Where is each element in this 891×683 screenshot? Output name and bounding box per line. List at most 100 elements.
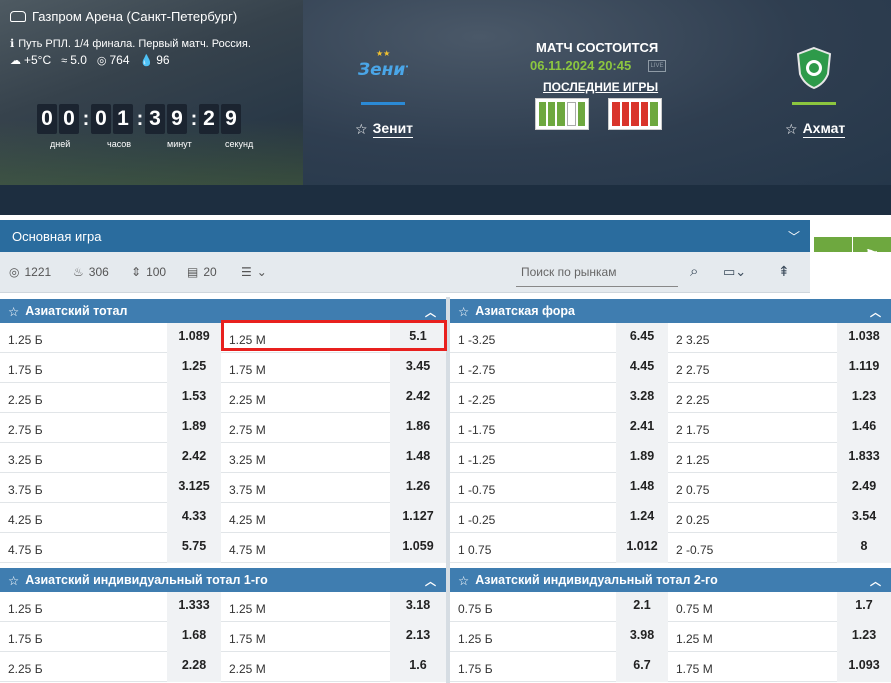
- home-team[interactable]: ☆ Зенит: [355, 120, 414, 138]
- outcome-right[interactable]: 4.75 М 1.059: [221, 533, 446, 563]
- outcome-right[interactable]: 3.25 М 1.48: [221, 443, 446, 473]
- odds-value[interactable]: 1.6: [390, 652, 446, 682]
- odds-value[interactable]: 2.1: [616, 592, 668, 622]
- block-header[interactable]: ☆ Азиатский индивидуальный тотал 2-го ︿: [450, 568, 891, 592]
- star-icon[interactable]: ☆: [785, 121, 798, 138]
- odds-value[interactable]: 3.98: [616, 622, 668, 652]
- outcome-right[interactable]: 2 1.75 1.46: [668, 413, 891, 443]
- away-team-name[interactable]: Ахмат: [802, 120, 846, 138]
- odds-value[interactable]: 1.119: [837, 353, 891, 383]
- outcome-left[interactable]: 1.75 Б 6.7: [450, 652, 668, 682]
- outcome-right[interactable]: 2 0.25 3.54: [668, 503, 891, 533]
- outcome-right[interactable]: 2 -0.75 8: [668, 533, 891, 563]
- odds-value[interactable]: 1.23: [837, 383, 891, 413]
- collapse-all-icon[interactable]: ⇞: [778, 263, 790, 280]
- outcome-left[interactable]: 1 -2.25 3.28: [450, 383, 668, 413]
- odds-value[interactable]: 3.54: [837, 503, 891, 533]
- outcome-right[interactable]: 1.25 М 3.18: [221, 592, 446, 622]
- odds-value[interactable]: 6.7: [616, 652, 668, 682]
- star-icon[interactable]: ☆: [355, 121, 368, 138]
- away-form-box[interactable]: [608, 98, 662, 130]
- star-icon[interactable]: ☆: [8, 304, 19, 319]
- outcome-left[interactable]: 1.25 Б 3.98: [450, 622, 668, 652]
- outcome-left[interactable]: 1.75 Б 1.25: [0, 353, 221, 383]
- odds-value[interactable]: 1.7: [837, 592, 891, 622]
- outcome-right[interactable]: 2.75 М 1.86: [221, 413, 446, 443]
- chevron-up-icon[interactable]: ︿: [425, 573, 436, 589]
- outcome-left[interactable]: 0.75 Б 2.1: [450, 592, 668, 622]
- outcome-right[interactable]: 2.25 М 1.6: [221, 652, 446, 682]
- star-icon[interactable]: ☆: [458, 304, 469, 319]
- odds-value[interactable]: 1.333: [167, 592, 221, 622]
- odds-value[interactable]: 1.48: [616, 473, 668, 503]
- odds-value[interactable]: 1.53: [167, 383, 221, 413]
- odds-value[interactable]: 1.89: [616, 443, 668, 473]
- outcome-left[interactable]: 1 -0.25 1.24: [450, 503, 668, 533]
- filter-more[interactable]: ☰ ⌄: [241, 265, 267, 279]
- odds-value[interactable]: 1.89: [167, 413, 221, 443]
- outcome-right[interactable]: 2 2.25 1.23: [668, 383, 891, 413]
- odds-value[interactable]: 1.46: [837, 413, 891, 443]
- outcome-left[interactable]: 1.25 Б 1.333: [0, 592, 221, 622]
- outcome-right[interactable]: 1.75 М 2.13: [221, 622, 446, 652]
- odds-value[interactable]: 1.059: [390, 533, 446, 563]
- outcome-right[interactable]: 2 3.25 1.038: [668, 323, 891, 353]
- filter-stats[interactable]: ▤ 20: [187, 265, 217, 279]
- odds-value[interactable]: 1.127: [390, 503, 446, 533]
- outcome-left[interactable]: 1 -1.75 2.41: [450, 413, 668, 443]
- odds-value[interactable]: 1.23: [837, 622, 891, 652]
- outcome-left[interactable]: 1 -2.75 4.45: [450, 353, 668, 383]
- outcome-left[interactable]: 2.25 Б 1.53: [0, 383, 221, 413]
- odds-value[interactable]: 2.28: [167, 652, 221, 682]
- search-icon[interactable]: ⌕: [690, 263, 698, 280]
- odds-value[interactable]: 1.25: [167, 353, 221, 383]
- odds-value[interactable]: 1.093: [837, 652, 891, 682]
- market-group-select[interactable]: Основная игра ﹀: [0, 220, 810, 252]
- star-icon[interactable]: ☆: [8, 573, 19, 588]
- filter-all[interactable]: ◎ 1221: [9, 265, 51, 279]
- odds-value[interactable]: 2.49: [837, 473, 891, 503]
- odds-value[interactable]: 3.45: [390, 353, 446, 383]
- outcome-right[interactable]: 1.75 М 1.093: [668, 652, 891, 682]
- outcome-right[interactable]: 2.25 М 2.42: [221, 383, 446, 413]
- odds-value[interactable]: 1.86: [390, 413, 446, 443]
- block-header[interactable]: ☆ Азиатская фора ︿: [450, 299, 891, 323]
- outcome-left[interactable]: 1 0.75 1.012: [450, 533, 668, 563]
- odds-value[interactable]: 1.012: [616, 533, 668, 563]
- home-team-name[interactable]: Зенит: [372, 120, 414, 138]
- outcome-left[interactable]: 2.25 Б 2.28: [0, 652, 221, 682]
- outcome-right[interactable]: 2 2.75 1.119: [668, 353, 891, 383]
- outcome-right[interactable]: 4.25 М 1.127: [221, 503, 446, 533]
- odds-value[interactable]: 1.24: [616, 503, 668, 533]
- outcome-right[interactable]: 1.25 М 1.23: [668, 622, 891, 652]
- odds-value[interactable]: 1.038: [837, 323, 891, 353]
- odds-value[interactable]: 2.42: [167, 443, 221, 473]
- odds-value[interactable]: 3.28: [616, 383, 668, 413]
- odds-value[interactable]: 2.13: [390, 622, 446, 652]
- odds-value[interactable]: 1.48: [390, 443, 446, 473]
- outcome-left[interactable]: 1 -0.75 1.48: [450, 473, 668, 503]
- odds-value[interactable]: 8: [837, 533, 891, 563]
- odds-value[interactable]: 1.833: [837, 443, 891, 473]
- away-team[interactable]: ☆ Ахмат: [785, 120, 846, 138]
- last-games-link[interactable]: ПОСЛЕДНИЕ ИГРЫ: [543, 80, 658, 94]
- tv-icon[interactable]: LIVE: [648, 60, 666, 72]
- outcome-left[interactable]: 4.75 Б 5.75: [0, 533, 221, 563]
- odds-value[interactable]: 1.68: [167, 622, 221, 652]
- outcome-right[interactable]: 2 0.75 2.49: [668, 473, 891, 503]
- columns-icon[interactable]: ▭⌄: [723, 264, 746, 280]
- odds-value[interactable]: 4.33: [167, 503, 221, 533]
- odds-value[interactable]: 2.42: [390, 383, 446, 413]
- odds-value[interactable]: 3.18: [390, 592, 446, 622]
- outcome-left[interactable]: 3.25 Б 2.42: [0, 443, 221, 473]
- outcome-right[interactable]: 2 1.25 1.833: [668, 443, 891, 473]
- outcome-left[interactable]: 1.25 Б 1.089: [0, 323, 221, 353]
- odds-value[interactable]: 6.45: [616, 323, 668, 353]
- outcome-left[interactable]: 3.75 Б 3.125: [0, 473, 221, 503]
- odds-value[interactable]: 1.089: [167, 323, 221, 353]
- outcome-left[interactable]: 2.75 Б 1.89: [0, 413, 221, 443]
- outcome-right[interactable]: 1.75 М 3.45: [221, 353, 446, 383]
- chevron-up-icon[interactable]: ︿: [870, 304, 881, 320]
- block-header[interactable]: ☆ Азиатский индивидуальный тотал 1-го ︿: [0, 568, 446, 592]
- outcome-right[interactable]: 0.75 М 1.7: [668, 592, 891, 622]
